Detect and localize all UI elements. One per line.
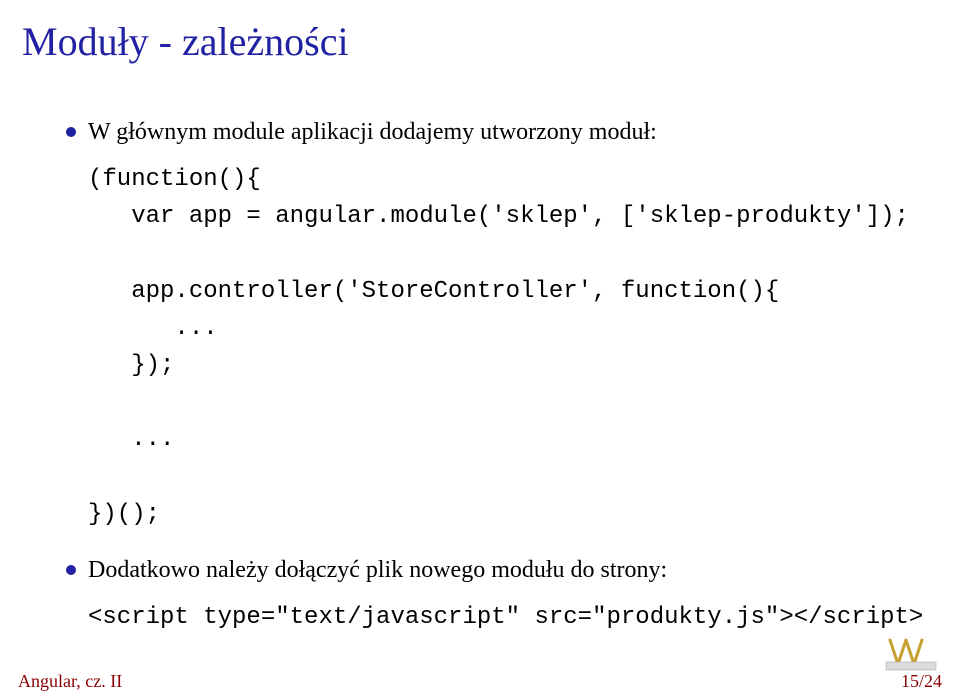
slide-content: W głównym module aplikacji dodajemy utwo… xyxy=(0,65,960,636)
slide: Moduły - zależności W głównym module apl… xyxy=(0,0,960,700)
logo-icon xyxy=(884,632,938,672)
slide-title: Moduły - zależności xyxy=(0,0,960,65)
footer: Angular, cz. II 15/24 xyxy=(18,671,942,692)
footer-left: Angular, cz. II xyxy=(18,671,122,692)
bullet-2: Dodatkowo należy dołączyć plik nowego mo… xyxy=(66,555,914,585)
code-block-1: (function(){ var app = angular.module('s… xyxy=(88,161,914,533)
page-number: 15/24 xyxy=(901,671,942,692)
bullet-1: W głównym module aplikacji dodajemy utwo… xyxy=(66,117,914,147)
code-block-2: <script type="text/javascript" src="prod… xyxy=(88,599,914,636)
